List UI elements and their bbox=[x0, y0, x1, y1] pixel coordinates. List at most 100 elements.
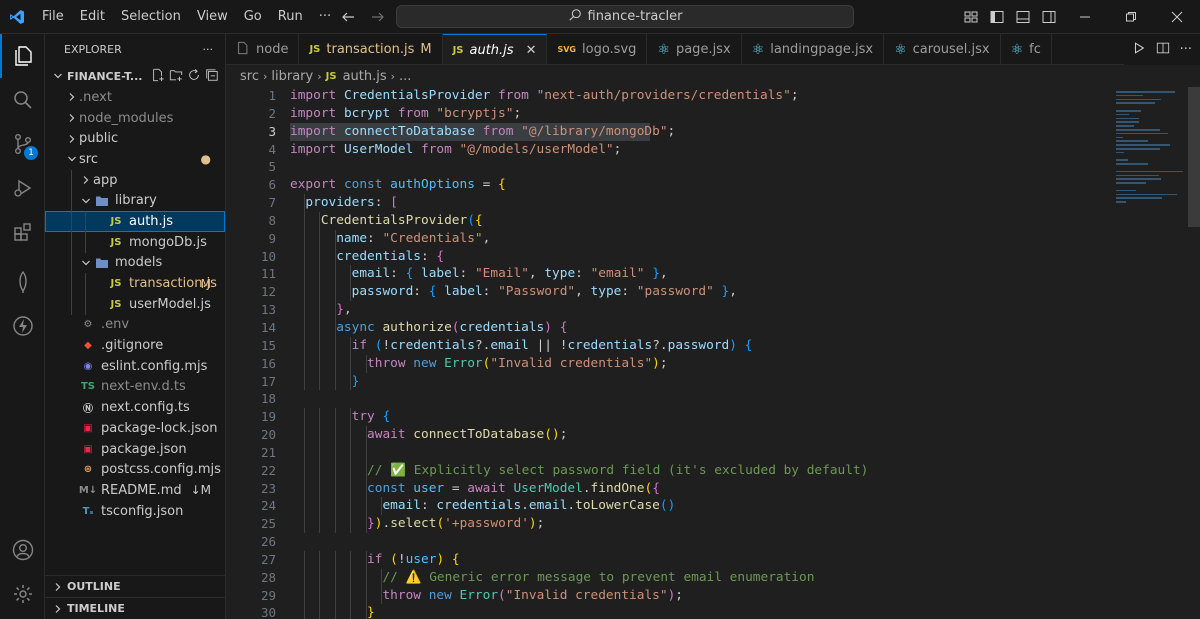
timeline-section[interactable]: TIMELINE bbox=[45, 597, 225, 619]
editor-tab[interactable]: SVG logo.svg bbox=[547, 34, 648, 64]
minimap[interactable] bbox=[1116, 87, 1186, 207]
menu-item[interactable]: ··· bbox=[311, 0, 339, 34]
tree-item[interactable]: ◆ .gitignore bbox=[45, 335, 225, 356]
explorer-icon[interactable] bbox=[0, 34, 45, 78]
workspace-root-header[interactable]: FINANCE-T... bbox=[45, 65, 225, 87]
tree-item[interactable]: models bbox=[45, 252, 225, 274]
tree-item[interactable]: JS userModel.js bbox=[45, 293, 225, 315]
mongodb-leaf-icon[interactable] bbox=[0, 260, 45, 304]
tree-item[interactable]: Tₛ tsconfig.json bbox=[45, 501, 225, 522]
more-actions-icon[interactable]: ··· bbox=[1180, 42, 1192, 57]
code-content[interactable]: import CredentialsProvider from "next-au… bbox=[290, 87, 1120, 619]
command-center-search[interactable]: finance-tracler bbox=[396, 5, 854, 28]
extensions-icon[interactable] bbox=[0, 210, 45, 254]
tree-item[interactable]: Ⓝnext.config.ts bbox=[45, 397, 225, 418]
minimize-icon[interactable] bbox=[1062, 0, 1108, 34]
indent-guide bbox=[365, 443, 367, 462]
editor-tab[interactable]: JS transaction.js M bbox=[299, 34, 443, 64]
breadcrumb-file[interactable]: auth.js bbox=[343, 69, 387, 84]
tree-item[interactable]: library bbox=[45, 190, 225, 212]
toggle-secondary-sidebar-icon[interactable] bbox=[1036, 0, 1062, 34]
menu-item[interactable]: Run bbox=[270, 0, 311, 34]
toggle-panel-icon[interactable] bbox=[1010, 0, 1036, 34]
explorer-more-actions[interactable]: ··· bbox=[203, 43, 214, 56]
editor-tab[interactable]: ⚛ fc bbox=[1001, 34, 1052, 64]
minimap-line bbox=[1116, 178, 1161, 180]
manage-gear-icon[interactable] bbox=[0, 572, 45, 616]
code-text: await connectToDatabase(); bbox=[290, 427, 567, 442]
close-window-icon[interactable] bbox=[1154, 0, 1200, 34]
tree-item[interactable]: node_modules bbox=[45, 108, 225, 129]
tree-item[interactable]: JS auth.js bbox=[45, 211, 225, 232]
collapse-all-icon[interactable] bbox=[205, 68, 219, 85]
thunder-client-icon[interactable] bbox=[0, 304, 45, 348]
vertical-scrollbar[interactable] bbox=[1188, 87, 1200, 227]
file-type-icon: JS bbox=[309, 44, 321, 55]
line-number: 19 bbox=[260, 409, 276, 425]
tree-item[interactable]: ⊛ postcss.config.mjs bbox=[45, 459, 225, 480]
customize-layout-icon[interactable] bbox=[958, 0, 984, 34]
code-token: ; bbox=[536, 516, 545, 532]
code-token: ; bbox=[613, 141, 622, 157]
tree-item[interactable]: ▣ package-lock.json bbox=[45, 418, 225, 439]
modified-badge: M bbox=[200, 276, 211, 291]
tree-item[interactable]: JS mongoDb.js bbox=[45, 231, 225, 253]
menu-item[interactable]: View bbox=[189, 0, 236, 34]
editor-tab[interactable]: ⚛ carousel.jsx bbox=[884, 34, 1001, 64]
tree-item[interactable]: JS transaction.js M bbox=[45, 273, 225, 294]
forward-arrow-icon[interactable] bbox=[370, 9, 386, 25]
run-file-icon[interactable] bbox=[1132, 41, 1146, 59]
indent-guide bbox=[71, 293, 72, 315]
code-token: = bbox=[482, 177, 499, 193]
search-view-icon[interactable] bbox=[0, 78, 45, 122]
tree-item[interactable]: src ● bbox=[45, 149, 225, 170]
toggle-primary-sidebar-icon[interactable] bbox=[984, 0, 1010, 34]
tree-item[interactable]: M↓ README.md ↓M bbox=[45, 480, 225, 501]
breadcrumb-src[interactable]: src bbox=[240, 69, 259, 84]
code-token: throw bbox=[290, 587, 429, 603]
new-folder-icon[interactable] bbox=[169, 68, 183, 85]
breadcrumb-symbols[interactable]: ... bbox=[399, 69, 411, 84]
back-arrow-icon[interactable] bbox=[340, 9, 356, 25]
new-file-icon[interactable] bbox=[151, 68, 165, 85]
outline-section[interactable]: OUTLINE bbox=[45, 575, 225, 597]
run-debug-icon[interactable] bbox=[0, 166, 45, 210]
editor-tab[interactable]: ⚛ page.jsx bbox=[647, 34, 742, 64]
breadcrumb-library[interactable]: library bbox=[271, 69, 313, 84]
file-type-icon: ▣ bbox=[83, 443, 93, 455]
editor-tab[interactable]: JS auth.js ✕ bbox=[442, 34, 548, 64]
menu-item[interactable]: File bbox=[34, 0, 72, 34]
menu-item[interactable]: Go bbox=[236, 0, 270, 34]
editor-tab[interactable]: node bbox=[226, 34, 300, 64]
line-number: 23 bbox=[260, 480, 276, 496]
accounts-icon[interactable] bbox=[0, 528, 45, 572]
menu-item[interactable]: Edit bbox=[72, 0, 113, 34]
code-text: import connectToDatabase from "@/library… bbox=[290, 124, 675, 139]
code-token: : bbox=[575, 266, 591, 282]
code-editor[interactable]: 1 2 3 4 5 6 7 8 9 10 11 12 13 14 15 16 17 18 19 20 21 22 23 24 2… bbox=[226, 87, 1200, 619]
tree-item[interactable]: public bbox=[45, 128, 225, 149]
split-editor-icon[interactable] bbox=[1156, 41, 1170, 59]
code-token: ) bbox=[436, 551, 452, 567]
menu-item[interactable]: Selection bbox=[113, 0, 189, 34]
editor-tab[interactable]: ⚛ landingpage.jsx bbox=[742, 34, 885, 64]
tree-item-label: library bbox=[115, 193, 157, 209]
code-text: providers: [ bbox=[290, 195, 397, 210]
tree-item[interactable]: TS next-env.d.ts bbox=[45, 377, 225, 398]
tree-item[interactable]: app bbox=[45, 169, 225, 191]
code-text: } bbox=[290, 605, 375, 619]
code-token: . bbox=[567, 498, 576, 514]
line-number: 27 bbox=[260, 551, 276, 567]
refresh-icon[interactable] bbox=[187, 68, 201, 85]
source-control-icon[interactable]: 1 bbox=[0, 122, 45, 166]
code-token: ; bbox=[667, 123, 676, 139]
tree-item[interactable]: ▣ package.json bbox=[45, 439, 225, 460]
tab-label: carousel.jsx bbox=[912, 42, 990, 57]
line-number: 4 bbox=[268, 141, 276, 157]
restore-icon[interactable] bbox=[1108, 0, 1154, 34]
tree-item[interactable]: ◉ eslint.config.mjs bbox=[45, 356, 225, 377]
close-tab-icon[interactable]: ✕ bbox=[526, 43, 537, 58]
tree-item[interactable]: ⚙ .env bbox=[45, 315, 225, 336]
tree-item[interactable]: .next bbox=[45, 87, 225, 108]
